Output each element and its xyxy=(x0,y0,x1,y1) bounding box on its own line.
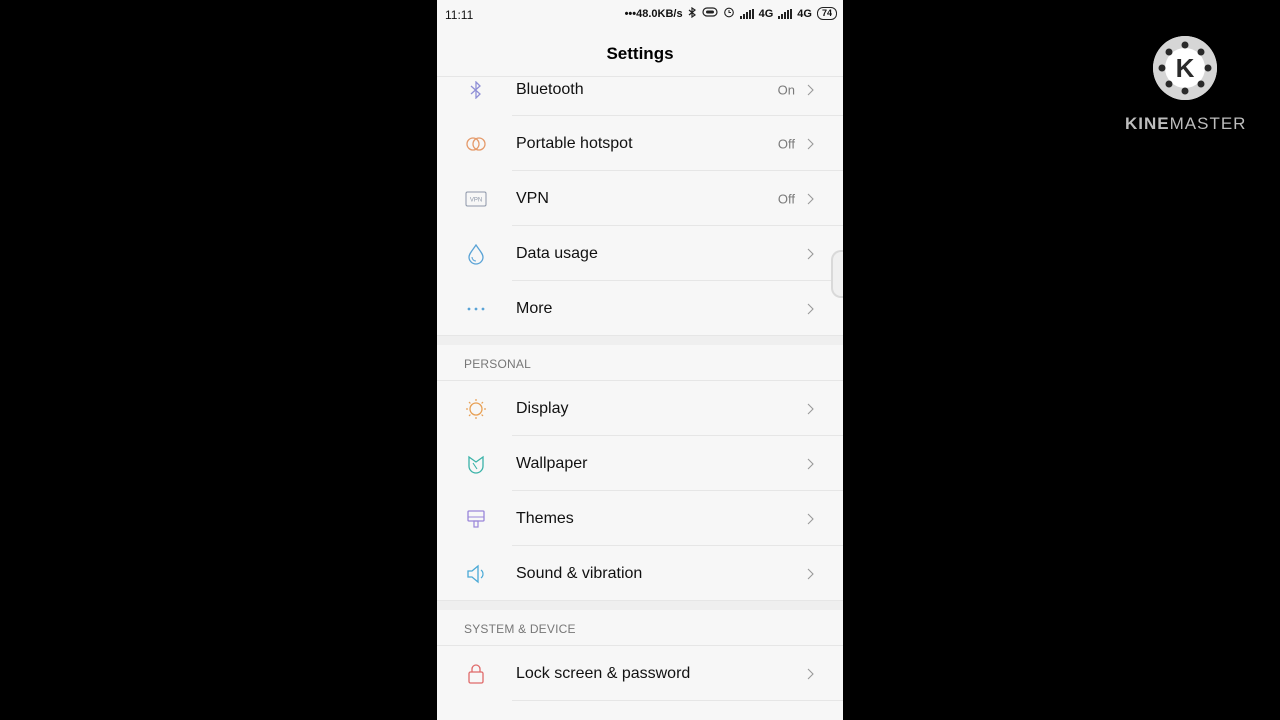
network-type-2: 4G xyxy=(797,7,812,20)
section-gap xyxy=(437,601,843,610)
settings-item-label: Portable hotspot xyxy=(516,134,633,152)
sound-icon xyxy=(465,563,487,585)
section-title: SYSTEM & DEVICE xyxy=(464,622,576,636)
network-type-1: 4G xyxy=(758,7,774,20)
settings-item-sound-vibration[interactable]: Sound & vibration xyxy=(437,546,843,601)
settings-item-label: Display xyxy=(516,399,569,417)
wallpaper-icon xyxy=(465,453,487,475)
data-usage-icon xyxy=(465,243,487,265)
bluetooth-icon xyxy=(465,79,487,101)
themes-icon xyxy=(465,508,487,530)
chevron-right-icon xyxy=(807,303,814,314)
settings-item-more[interactable]: More xyxy=(437,281,843,336)
status-icons: •••48.0KB/s 4G 4G 74 xyxy=(625,6,837,21)
settings-item-label: More xyxy=(516,299,553,317)
alarm-icon xyxy=(723,6,735,21)
chevron-right-icon xyxy=(807,568,814,579)
settings-item-wallpaper[interactable]: Wallpaper xyxy=(437,436,843,491)
settings-item-label: Sound & vibration xyxy=(516,564,643,582)
settings-item-label: Data usage xyxy=(516,244,598,262)
section-header-personal: PERSONAL xyxy=(437,345,843,381)
vpn-icon: VPN xyxy=(465,188,487,210)
settings-item-value: Off xyxy=(777,191,795,206)
signal-icon-2 xyxy=(778,8,793,19)
status-time: 11:11 xyxy=(445,8,474,22)
display-icon xyxy=(465,398,487,420)
chevron-right-icon xyxy=(807,403,814,414)
settings-item-lock-screen[interactable]: Lock screen & password xyxy=(437,646,843,701)
svg-text:K: K xyxy=(1176,53,1195,83)
settings-item-display[interactable]: Display xyxy=(437,381,843,436)
kinemaster-logo-icon: K xyxy=(1153,36,1217,100)
section-header-system-device: SYSTEM & DEVICE xyxy=(437,610,843,646)
kinemaster-watermark: K KINEMASTER xyxy=(1125,36,1245,136)
hotspot-icon xyxy=(465,133,487,155)
settings-item-label: Themes xyxy=(516,509,574,527)
more-icon xyxy=(465,298,487,320)
settings-item-portable-hotspot[interactable]: Portable hotspot Off xyxy=(437,116,843,171)
settings-list[interactable]: Bluetooth On Portable hotspot Off VPN VP… xyxy=(437,77,843,701)
settings-item-value: Off xyxy=(777,136,795,151)
scroll-indicator[interactable] xyxy=(831,250,843,298)
settings-item-value: On xyxy=(777,82,795,98)
chevron-right-icon xyxy=(807,84,814,96)
app-bar: Settings xyxy=(437,28,843,77)
section-gap xyxy=(437,336,843,345)
chevron-right-icon xyxy=(807,138,814,149)
settings-item-label: Wallpaper xyxy=(516,454,588,472)
phone-screen: 11:11 •••48.0KB/s 4G 4G 74 Settings Blue… xyxy=(437,0,843,720)
chevron-right-icon xyxy=(807,248,814,259)
kinemaster-wordmark: KINEMASTER xyxy=(1125,114,1247,133)
chevron-right-icon xyxy=(807,458,814,469)
settings-item-vpn[interactable]: VPN VPN Off xyxy=(437,171,843,226)
settings-item-label: Lock screen & password xyxy=(516,664,691,682)
battery-icon: 74 xyxy=(816,7,837,20)
settings-item-data-usage[interactable]: Data usage xyxy=(437,226,843,281)
lock-icon xyxy=(465,663,487,685)
vr-status-icon xyxy=(702,7,718,20)
chevron-right-icon xyxy=(807,668,814,679)
chevron-right-icon xyxy=(807,513,814,524)
signal-icon-1 xyxy=(739,8,754,19)
status-bar: 11:11 •••48.0KB/s 4G 4G 74 xyxy=(437,0,843,28)
settings-item-themes[interactable]: Themes xyxy=(437,491,843,546)
network-speed: •••48.0KB/s xyxy=(624,7,683,20)
chevron-right-icon xyxy=(807,193,814,204)
svg-text:VPN: VPN xyxy=(470,197,482,203)
page-title: Settings xyxy=(606,44,674,63)
settings-item-label: VPN xyxy=(516,189,549,207)
settings-item-bluetooth[interactable]: Bluetooth On xyxy=(437,77,843,116)
bluetooth-status-icon xyxy=(688,6,697,21)
section-title: PERSONAL xyxy=(464,357,531,371)
settings-item-label: Bluetooth xyxy=(516,81,584,98)
